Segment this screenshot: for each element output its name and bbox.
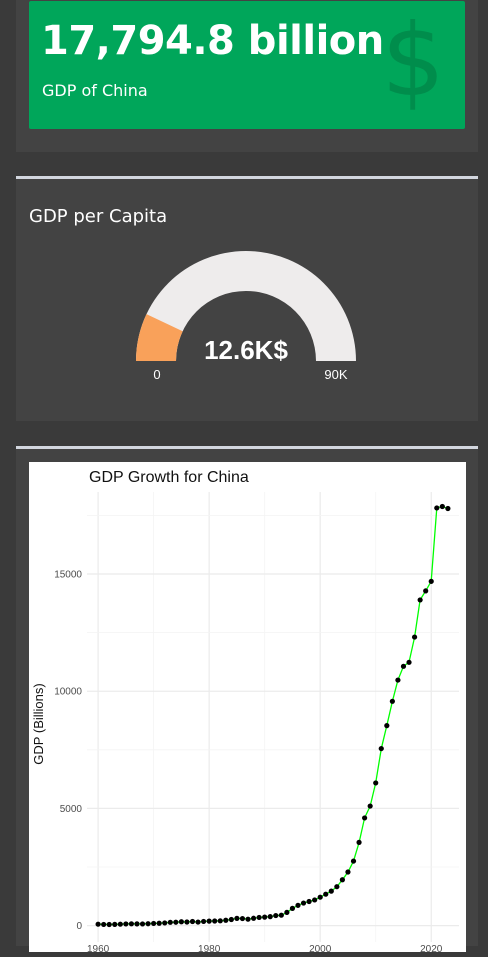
value-box-panel: 17,794.8 billion GDP of China $ (16, 0, 478, 152)
x-tick-label: 2000 (309, 944, 332, 952)
data-point (406, 659, 412, 665)
chart-title: GDP Growth for China (89, 469, 249, 486)
data-point (278, 912, 284, 918)
data-point (378, 745, 384, 752)
data-point (367, 803, 373, 809)
gdp-per-capita-box: GDP per Capita 12.6K$ 0 90K (16, 176, 478, 421)
y-tick-label: 10000 (54, 687, 82, 698)
data-point (339, 877, 346, 883)
data-point (295, 902, 301, 908)
data-point (411, 634, 418, 640)
data-point (256, 914, 262, 921)
data-point (167, 919, 173, 925)
y-tick-label: 5000 (60, 804, 83, 815)
data-point (228, 916, 234, 923)
data-point (389, 698, 395, 704)
data-point (101, 921, 107, 928)
data-point (439, 503, 445, 510)
data-point (423, 588, 429, 594)
data-point (217, 918, 223, 924)
data-point (328, 888, 334, 894)
data-point (173, 919, 179, 925)
data-point (395, 677, 401, 683)
data-point (162, 920, 168, 926)
data-point (289, 905, 296, 911)
data-point (184, 919, 190, 925)
data-point (145, 921, 151, 927)
data-point (345, 869, 351, 875)
data-point (434, 505, 440, 511)
data-point (350, 858, 357, 864)
data-point (384, 723, 390, 729)
data-point (356, 839, 362, 845)
data-point (267, 914, 273, 920)
data-point (95, 921, 101, 927)
gdp-growth-chart-box: GDP Growth for China GDP (Billions) 1960… (16, 446, 478, 955)
plot-panel: GDP Growth for China GDP (Billions) 1960… (29, 462, 466, 955)
gauge-max-label: 90K (324, 367, 347, 382)
data-point (300, 900, 307, 906)
data-point (156, 920, 162, 926)
data-point (112, 921, 118, 927)
x-tick-label: 1960 (87, 944, 110, 952)
gdp-series-line (98, 505, 449, 926)
gauge-min-label: 0 (153, 367, 160, 382)
gdp-label: GDP of China (42, 81, 148, 100)
data-point (123, 921, 129, 927)
y-tick-label: 15000 (54, 570, 82, 581)
y-axis-label: GDP (Billions) (31, 683, 46, 764)
x-tick-label: 2020 (420, 944, 443, 952)
gauge-value: 12.6K$ (204, 335, 288, 365)
gdp-value-box: 17,794.8 billion GDP of China $ (29, 1, 465, 129)
data-point (323, 891, 329, 897)
data-point (189, 918, 196, 925)
gdp-value: 17,794.8 billion (41, 18, 384, 64)
data-point (417, 597, 423, 603)
data-point (428, 578, 434, 584)
data-point (362, 815, 368, 821)
data-point (400, 663, 407, 669)
data-point (445, 505, 451, 512)
data-point (273, 912, 279, 919)
data-point (245, 916, 251, 922)
data-point (178, 919, 184, 925)
data-point (239, 915, 246, 922)
data-point (262, 914, 268, 920)
data-point (151, 920, 157, 927)
data-point (223, 917, 229, 923)
data-point (195, 919, 201, 925)
dollar-sign-icon: $ (381, 2, 445, 119)
data-point (334, 884, 340, 890)
data-point (317, 894, 323, 900)
data-point (134, 921, 140, 927)
data-point (212, 918, 218, 924)
data-point (117, 921, 123, 927)
data-point (206, 918, 212, 924)
data-point (306, 898, 312, 905)
x-tick-label: 1980 (198, 944, 221, 952)
data-point (234, 915, 240, 921)
data-point (200, 918, 207, 925)
y-tick-label: 0 (76, 921, 82, 932)
data-point (373, 780, 379, 786)
data-point (139, 921, 146, 927)
data-point (250, 915, 257, 921)
data-point (128, 921, 135, 927)
data-point (106, 921, 112, 928)
gdp-growth-chart: GDP Growth for China GDP (Billions) 1960… (31, 469, 459, 955)
data-point (284, 909, 290, 915)
data-point (312, 897, 318, 903)
gauge-chart: 12.6K$ 0 90K (136, 251, 356, 382)
